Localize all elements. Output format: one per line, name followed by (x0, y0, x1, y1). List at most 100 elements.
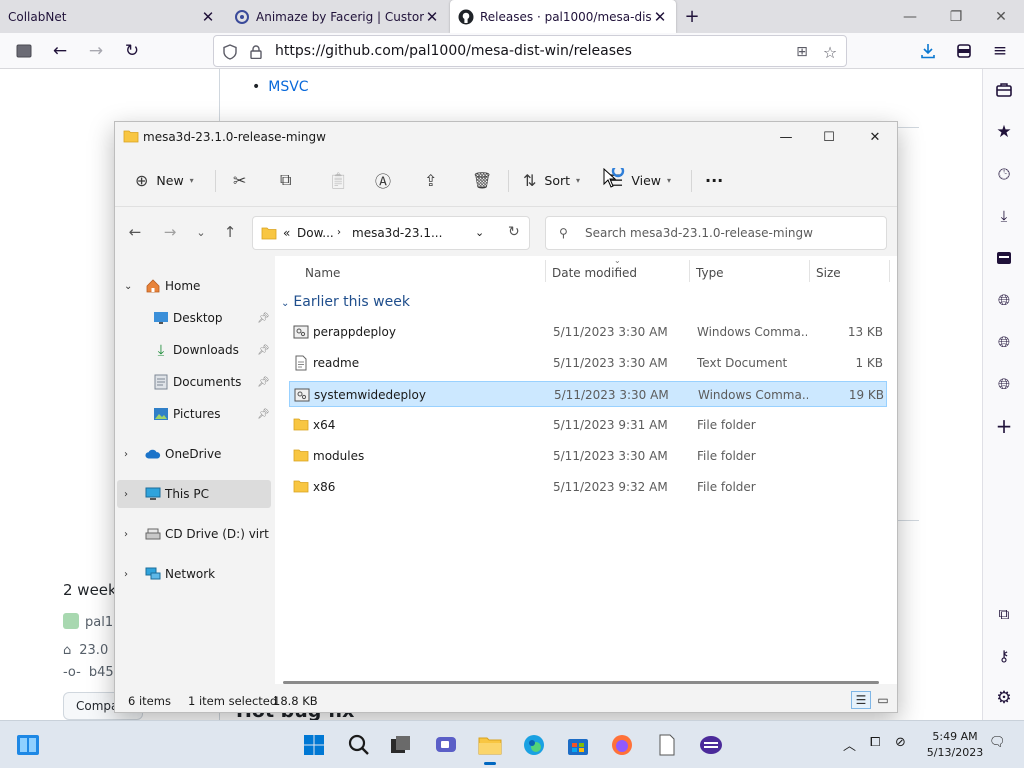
tray-display-icon[interactable]: ⧠ (870, 735, 880, 750)
blank-document-icon[interactable] (653, 731, 681, 759)
nav-item-desktop[interactable]: Desktop 📌︎ (117, 304, 271, 332)
download-icon[interactable]: ⤓ (994, 206, 1014, 226)
file-row[interactable]: x86 5/11/2023 9:32 AM File folder (289, 474, 887, 500)
refresh-icon[interactable]: ↻ (508, 224, 520, 240)
star-icon[interactable]: ★ (994, 122, 1014, 142)
puzzle-icon[interactable]: ⧉ (994, 604, 1014, 624)
browser-restore-icon[interactable]: ❐ (933, 0, 979, 33)
file-row[interactable]: readme 5/11/2023 3:30 AM Text Document 1… (289, 350, 887, 376)
app-logo-icon[interactable] (697, 731, 725, 759)
url-text[interactable]: https://github.com/pal1000/mesa-dist-win… (275, 43, 632, 59)
recent-locations-chevron-icon[interactable]: ⌄ (191, 222, 211, 242)
nav-item-documents[interactable]: Documents 📌︎ (117, 368, 271, 396)
nav-item-network[interactable]: › Network (117, 560, 271, 588)
search-input-placeholder[interactable]: Search mesa3d-23.1.0-release-mingw (585, 226, 813, 240)
menu-hamburger-icon[interactable]: ≡ (986, 37, 1014, 65)
tray-network-icon[interactable]: ⊘ (895, 735, 906, 750)
address-bar[interactable]: « Dow... › mesa3d-23.1... ⌄ ↻ (252, 216, 530, 250)
history-clock-icon[interactable]: 🕒︎ (994, 164, 1014, 184)
start-windows-icon[interactable] (300, 731, 328, 759)
new-tab-plus-icon[interactable]: + (680, 0, 704, 33)
back-arrow-icon[interactable]: ← (46, 37, 74, 65)
large-icons-view-icon[interactable]: ▭ (873, 691, 893, 709)
forward-arrow-icon[interactable]: → (82, 37, 110, 65)
url-bar[interactable]: https://github.com/pal1000/mesa-dist-win… (213, 35, 847, 67)
extension-icon[interactable] (950, 37, 978, 65)
chevron-right-icon[interactable]: › (124, 529, 128, 540)
reload-icon[interactable]: ↻ (118, 37, 146, 65)
key-icon[interactable]: ⚷ (994, 646, 1014, 666)
breadcrumb-current-folder[interactable]: mesa3d-23.1... (352, 226, 442, 240)
nav-item-downloads[interactable]: ⤓ Downloads 📌︎ (117, 336, 271, 364)
file-row[interactable]: perappdeploy 5/11/2023 3:30 AM Windows C… (289, 319, 887, 345)
paste-button[interactable]: 📋︎ (328, 168, 348, 192)
column-header-name[interactable]: Name (305, 266, 340, 280)
explorer-forward-icon[interactable]: → (160, 222, 180, 242)
cut-button[interactable]: ✂ (233, 168, 246, 192)
settings-gear-icon[interactable]: ⚙ (994, 688, 1014, 708)
pin-icon[interactable]: 📌︎ (257, 409, 270, 420)
address-dropdown-chevron-icon[interactable]: ⌄ (475, 226, 484, 239)
tab-releases[interactable]: Releases · pal1000/mesa-dist-wi ✕ (450, 0, 676, 33)
search-icon[interactable] (345, 731, 373, 759)
details-view-icon[interactable]: ☰ (851, 691, 871, 709)
pin-icon[interactable]: 📌︎ (257, 345, 270, 356)
tab-collabnet[interactable]: CollabNet ✕ (0, 0, 224, 33)
horizontal-scrollbar[interactable] (283, 681, 879, 684)
pin-icon[interactable]: 📌︎ (257, 313, 270, 324)
explorer-minimize-icon[interactable]: — (763, 122, 809, 152)
browser-minimize-icon[interactable]: — (887, 0, 933, 33)
firefox-icon[interactable] (608, 731, 636, 759)
globe-icon[interactable]: 🌐︎ (994, 332, 1014, 352)
column-divider[interactable] (889, 260, 890, 282)
add-plus-icon[interactable]: + (994, 414, 1014, 438)
column-divider[interactable] (809, 260, 810, 282)
lock-icon[interactable] (246, 42, 266, 62)
explorer-close-icon[interactable]: ✕ (852, 122, 898, 152)
group-header[interactable]: ⌄ Earlier this week (281, 294, 410, 310)
explorer-back-icon[interactable]: ← (125, 222, 145, 242)
column-divider[interactable] (545, 260, 546, 282)
globe-icon[interactable]: 🌐︎ (994, 374, 1014, 394)
chevron-down-icon[interactable]: ⌄ (124, 281, 132, 292)
msvc-link[interactable]: MSVC (252, 79, 308, 95)
tab-animaze[interactable]: Animaze by Facerig | Custom A ✕ (226, 0, 448, 33)
chat-icon[interactable] (432, 731, 460, 759)
tray-overflow-chevron-icon[interactable]: ︿ (843, 735, 856, 754)
edge-browser-icon[interactable] (520, 731, 548, 759)
chevron-right-icon[interactable]: › (124, 489, 128, 500)
release-tag[interactable]: ⌂ 23.0 (63, 643, 108, 658)
tab-close-icon[interactable]: ✕ (424, 8, 440, 26)
file-row[interactable]: modules 5/11/2023 3:30 AM File folder (289, 443, 887, 469)
file-row[interactable]: x64 5/11/2023 9:31 AM File folder (289, 412, 887, 438)
tab-close-icon[interactable]: ✕ (652, 8, 668, 26)
sidebar-toggle-icon[interactable] (10, 37, 38, 65)
toolbox-icon[interactable] (994, 80, 1014, 100)
notification-icon[interactable]: 🗨︎ (989, 735, 1006, 750)
widgets-icon[interactable] (14, 731, 42, 759)
browser-close-icon[interactable]: ✕ (978, 0, 1024, 33)
nav-item-pictures[interactable]: Pictures 📌︎ (117, 400, 271, 428)
copy-button[interactable]: ⧉ (280, 168, 291, 192)
tag-name[interactable]: 23.0 (79, 643, 108, 658)
shield-icon[interactable] (220, 42, 240, 62)
rename-button[interactable]: Ⓐ (375, 168, 391, 192)
nav-item-onedrive[interactable]: › OneDrive (117, 440, 271, 468)
chevron-right-icon[interactable]: › (124, 569, 128, 580)
column-divider[interactable] (689, 260, 690, 282)
search-box[interactable]: ⚲ Search mesa3d-23.1.0-release-mingw (545, 216, 887, 250)
see-more-button[interactable]: ··· (705, 168, 723, 192)
nav-item-home[interactable]: ⌄ Home (117, 272, 271, 300)
task-view-icon[interactable] (387, 731, 415, 759)
chevron-right-icon[interactable]: › (124, 449, 128, 460)
sort-button[interactable]: ⇅ Sort ▾ (523, 168, 580, 192)
globe-icon[interactable]: 🌐︎ (994, 290, 1014, 310)
explorer-title-bar[interactable]: mesa3d-23.1.0-release-mingw — ☐ ✕ (115, 122, 897, 152)
delete-button[interactable]: 🗑︎ (472, 168, 492, 192)
nav-item-cd-drive[interactable]: › CD Drive (D:) virtio-w (117, 520, 271, 548)
column-header-date[interactable]: Date modified (552, 266, 637, 280)
file-row-selected[interactable]: systemwidedeploy 5/11/2023 3:30 AM Windo… (289, 381, 887, 407)
system-clock[interactable]: 5:49 AM 5/13/2023 (925, 729, 985, 761)
downloads-icon[interactable] (914, 37, 942, 65)
explorer-maximize-icon[interactable]: ☐ (806, 122, 852, 152)
